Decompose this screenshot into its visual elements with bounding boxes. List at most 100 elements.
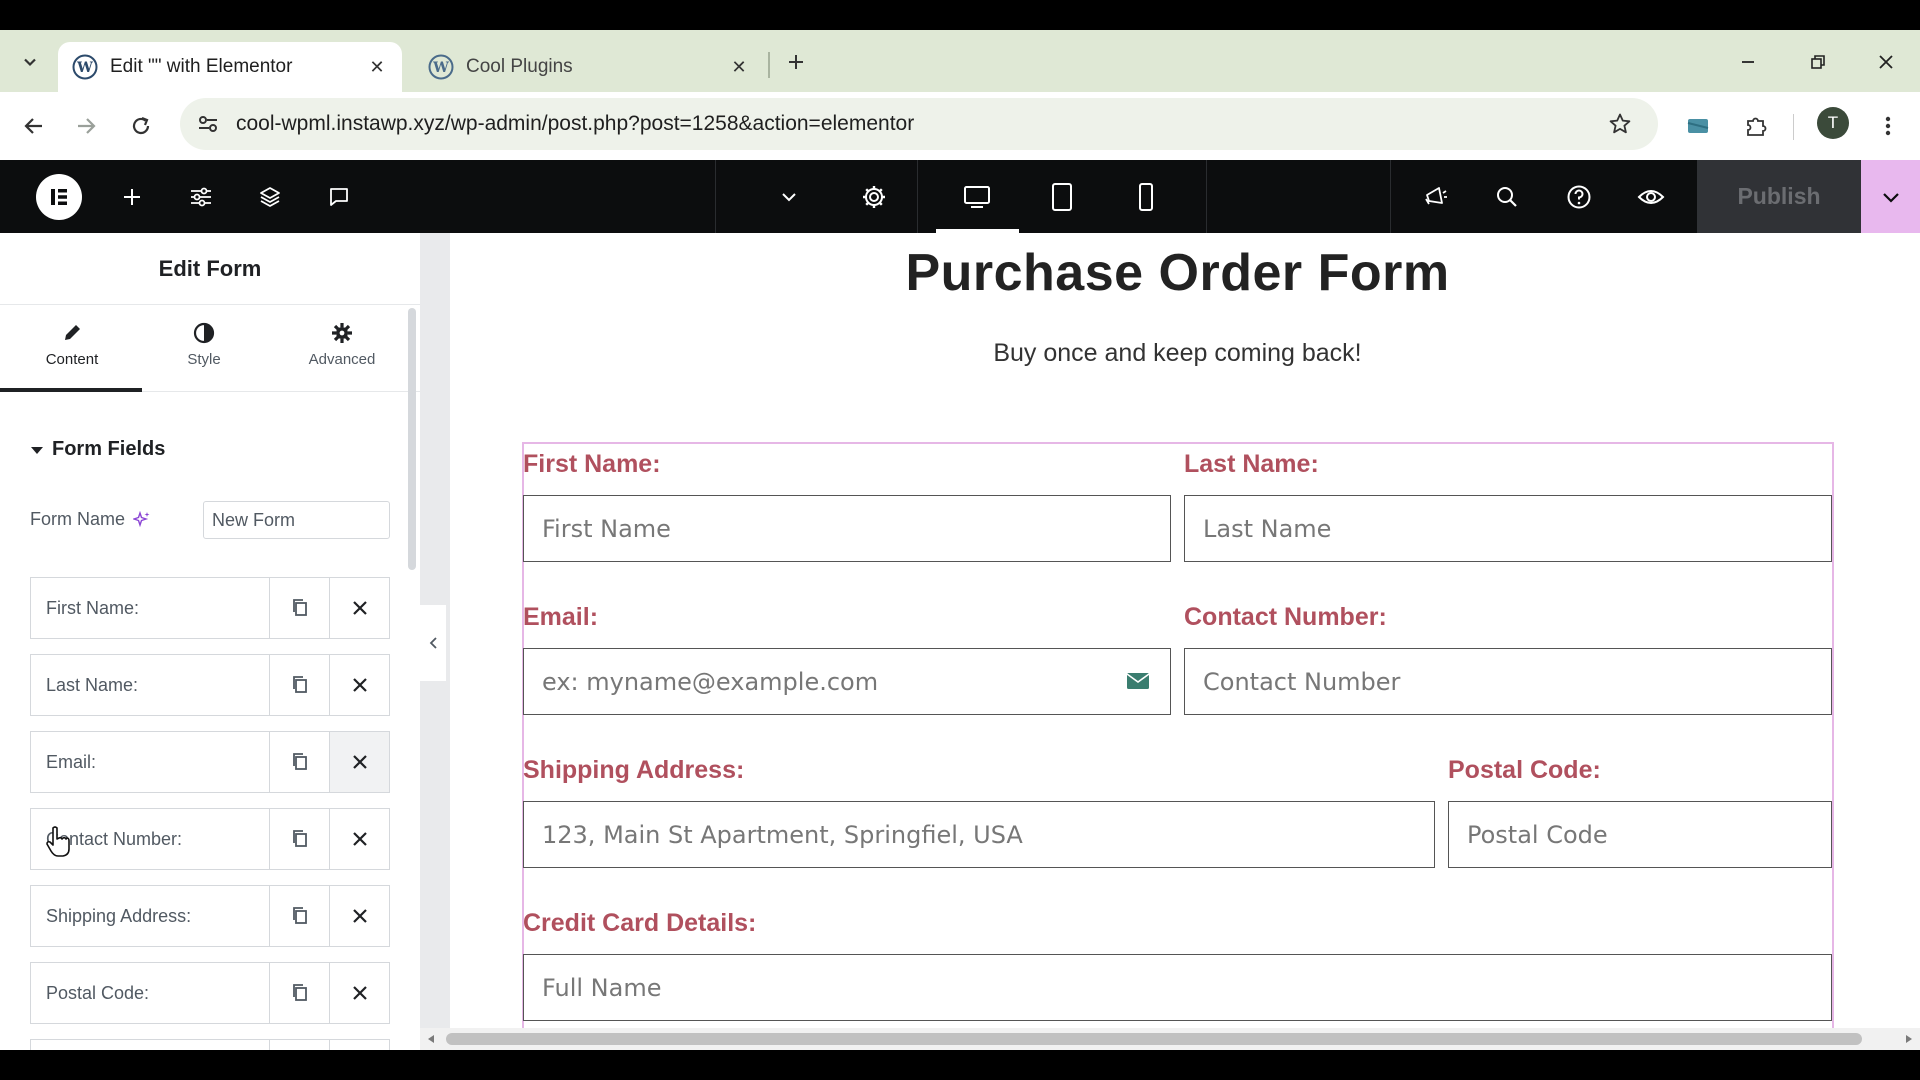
forward-button[interactable] [66, 106, 106, 146]
active-tab-indicator [0, 388, 142, 392]
bar-divider [715, 160, 716, 233]
form-field-item[interactable]: Postal Code: [30, 962, 390, 1024]
tablet-view-button[interactable] [1039, 174, 1085, 220]
remove-field-button[interactable] [329, 886, 389, 946]
tune-icon [199, 116, 217, 132]
form-field-item[interactable]: Contact Number: [30, 808, 390, 870]
form-field-item[interactable]: Email: [30, 731, 390, 793]
remove-field-button[interactable] [329, 578, 389, 638]
help-button[interactable] [1556, 174, 1602, 220]
duplicate-field-button[interactable] [269, 963, 329, 1023]
gear-icon [332, 323, 352, 343]
close-tab-icon[interactable]: ✕ [724, 52, 754, 82]
browser-menu-button[interactable] [1868, 106, 1908, 146]
canvas-horizontal-scrollbar[interactable] [420, 1028, 1920, 1050]
shipping-address-input[interactable]: 123, Main St Apartment, Springfiel, USA [523, 801, 1435, 868]
tab-cool-plugins[interactable]: W Cool Plugins ✕ [414, 42, 764, 92]
profile-avatar[interactable]: T [1817, 107, 1849, 139]
bar-divider [917, 160, 918, 233]
comments-button[interactable] [316, 174, 362, 220]
elementor-logo-button[interactable] [36, 174, 82, 220]
publish-button[interactable]: Publish [1697, 160, 1861, 233]
finder-button[interactable] [1484, 174, 1530, 220]
field-label: First Name: [46, 598, 140, 618]
last-name-input[interactable]: Last Name [1184, 495, 1832, 562]
extension-button[interactable] [1678, 106, 1718, 146]
desktop-icon [964, 186, 990, 208]
page-title: Purchase Order Form [905, 244, 1450, 302]
puzzle-icon [1747, 117, 1767, 136]
site-settings-button[interactable] [178, 174, 224, 220]
form-name-input[interactable] [203, 501, 390, 539]
whats-new-button[interactable] [1412, 174, 1458, 220]
mobile-view-button[interactable] [1123, 174, 1169, 220]
scrollbar-thumb[interactable] [446, 1033, 1862, 1045]
duplicate-field-button[interactable] [269, 809, 329, 869]
elementor-logo-icon [51, 189, 67, 205]
tab-elementor-edit[interactable]: W Edit "" with Elementor ✕ [58, 42, 402, 92]
publish-options-button[interactable] [1861, 160, 1920, 233]
tab-content[interactable]: Content [2, 321, 142, 391]
preview-button[interactable] [1628, 174, 1674, 220]
new-tab-button[interactable] [780, 46, 812, 78]
tab-label: Edit "" with Elementor [110, 56, 293, 77]
first-name-input[interactable]: First Name [523, 495, 1171, 562]
pencil-icon [65, 325, 80, 340]
duplicate-field-button[interactable] [269, 655, 329, 715]
tab-advanced[interactable]: Advanced [272, 321, 412, 391]
remove-field-button[interactable] [329, 809, 389, 869]
duplicate-field-button[interactable] [269, 732, 329, 792]
reload-button[interactable] [121, 106, 161, 146]
section-form-fields[interactable]: Form Fields [30, 438, 165, 461]
restore-button[interactable] [1800, 46, 1836, 78]
structure-button[interactable] [247, 174, 293, 220]
form-name-label-text: Form Name [30, 509, 126, 529]
field-label: Email: [46, 752, 97, 772]
close-icon [352, 986, 367, 1000]
megaphone-icon [1425, 187, 1447, 205]
page-options-button[interactable] [766, 174, 812, 220]
contact-number-input[interactable]: Contact Number [1184, 648, 1832, 715]
extensions-menu-button[interactable] [1736, 106, 1776, 146]
back-button[interactable] [14, 106, 54, 146]
form-field-item[interactable]: First Name: [30, 577, 390, 639]
duplicate-field-button[interactable] [269, 578, 329, 638]
chevron-down-icon [782, 193, 796, 202]
close-icon [352, 678, 367, 692]
tab-search-button[interactable] [14, 46, 46, 78]
scroll-left-icon[interactable] [426, 1034, 436, 1044]
screen: W Edit "" with Elementor ✕ W Cool Plugin… [0, 0, 1920, 1080]
address-bar[interactable]: cool-wpml.instawp.xyz/wp-admin/post.php?… [180, 98, 1658, 150]
panel-scrollbar[interactable] [408, 308, 416, 570]
desktop-view-button[interactable] [954, 174, 1000, 220]
remove-field-button[interactable] [329, 1040, 389, 1050]
arrow-right-icon [78, 118, 96, 134]
add-element-button[interactable] [109, 174, 155, 220]
close-tab-icon[interactable]: ✕ [362, 52, 392, 82]
plus-icon [789, 55, 803, 69]
remove-field-button[interactable] [329, 963, 389, 1023]
remove-field-button[interactable] [329, 655, 389, 715]
postal-code-input[interactable]: Postal Code [1448, 801, 1832, 868]
contrast-icon [193, 322, 215, 344]
remove-field-button[interactable] [329, 732, 389, 792]
collapse-panel-button[interactable] [420, 605, 446, 681]
duplicate-field-button[interactable] [269, 1040, 329, 1050]
card-full-name-input[interactable]: Full Name [523, 954, 1832, 1021]
scroll-right-icon[interactable] [1904, 1034, 1914, 1044]
page-settings-button[interactable] [851, 174, 897, 220]
tab-style[interactable]: Style [134, 321, 274, 391]
close-icon [352, 832, 367, 846]
form-field-item[interactable]: Last Name: [30, 654, 390, 716]
close-window-button[interactable] [1868, 46, 1904, 78]
site-info-button[interactable] [194, 110, 222, 138]
ai-sparkle-icon[interactable] [133, 510, 151, 529]
field-label: Postal Code: [46, 983, 150, 1003]
duplicate-field-button[interactable] [269, 886, 329, 946]
minimize-button[interactable] [1730, 46, 1766, 78]
bookmark-button[interactable] [1606, 110, 1634, 138]
email-input[interactable]: ex: myname@example.com [523, 648, 1171, 715]
form-field-item[interactable] [30, 1039, 390, 1050]
form-field-item[interactable]: Shipping Address: [30, 885, 390, 947]
arrow-left-icon [24, 118, 42, 134]
